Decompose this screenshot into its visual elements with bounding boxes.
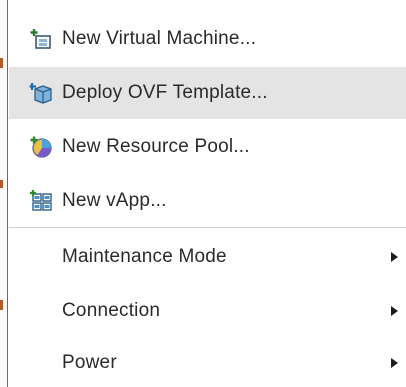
menu-item-label: Connection <box>62 300 161 321</box>
menu-item-label: New Virtual Machine... <box>62 28 257 49</box>
menu-item-label: New Resource Pool... <box>62 136 250 157</box>
menu-item-maintenance-mode[interactable]: Maintenance Mode <box>9 231 406 283</box>
chevron-right-icon <box>391 252 398 262</box>
chevron-right-icon <box>391 306 398 316</box>
resource-pool-icon <box>28 134 54 160</box>
chevron-right-icon <box>391 358 398 368</box>
menu-item-label: Maintenance Mode <box>62 246 227 267</box>
menu-item-new-virtual-machine[interactable]: New Virtual Machine... <box>9 13 406 65</box>
edge-marker <box>0 300 3 310</box>
menu-item-deploy-ovf-template[interactable]: Deploy OVF Template... <box>9 67 406 119</box>
deploy-ovf-icon <box>28 80 54 106</box>
menu-item-label: Deploy OVF Template... <box>62 82 268 103</box>
menu-item-label: Power <box>62 352 117 373</box>
edge-marker <box>0 180 3 188</box>
window-edge <box>0 0 8 387</box>
edge-marker <box>0 58 3 68</box>
context-menu: New Virtual Machine... Deploy OVF Templa… <box>9 0 406 387</box>
menu-item-power[interactable]: Power <box>9 337 406 387</box>
menu-item-label: New vApp... <box>62 190 167 211</box>
menu-divider <box>9 227 406 228</box>
context-menu-screenshot: New Virtual Machine... Deploy OVF Templa… <box>0 0 406 387</box>
menu-item-connection[interactable]: Connection <box>9 285 406 337</box>
vapp-icon <box>28 188 54 214</box>
new-vm-icon <box>28 26 54 52</box>
menu-item-new-vapp[interactable]: New vApp... <box>9 175 406 227</box>
menu-item-new-resource-pool[interactable]: New Resource Pool... <box>9 121 406 173</box>
